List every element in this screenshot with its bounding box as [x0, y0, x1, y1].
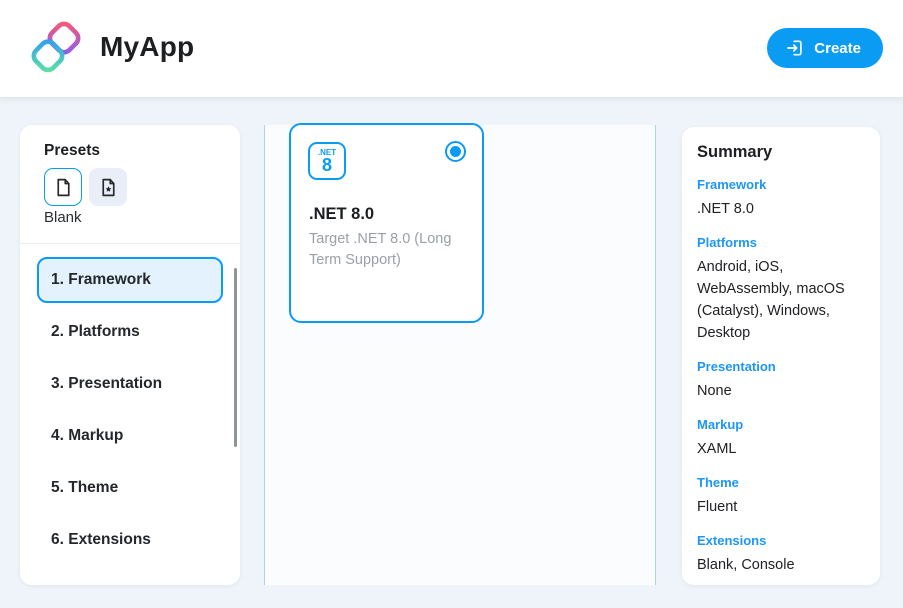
step-label: 5. Theme [51, 479, 118, 497]
step-item-platforms[interactable]: 2. Platforms [37, 309, 223, 355]
selected-preset-label: Blank [44, 209, 82, 226]
summary-value: XAML [697, 438, 864, 460]
summary-value: Fluent [697, 496, 864, 518]
wizard-steps-list: 1. Framework 2. Platforms 3. Presentatio… [20, 257, 240, 569]
summary-value: Blank, Console [697, 554, 864, 576]
summary-section-markup: Markup XAML [697, 417, 864, 460]
summary-value: Android, iOS, WebAssembly, macOS (Cataly… [697, 256, 864, 344]
summary-label: Theme [697, 475, 864, 490]
step-label: 1. Framework [51, 271, 151, 289]
summary-label: Extensions [697, 533, 864, 548]
project-wizard-window: MyApp Create Presets [0, 0, 903, 608]
summary-label: Platforms [697, 235, 864, 250]
step-item-theme[interactable]: 5. Theme [37, 465, 223, 511]
summary-label: Framework [697, 177, 864, 192]
summary-value: None [697, 380, 864, 402]
sidebar-divider [20, 243, 240, 244]
framework-option-title: .NET 8.0 [309, 205, 374, 224]
blank-file-icon [53, 177, 74, 198]
summary-section-platforms: Platforms Android, iOS, WebAssembly, mac… [697, 235, 864, 344]
preset-options [44, 168, 127, 206]
step-label: 6. Extensions [51, 531, 151, 549]
summary-section-extensions: Extensions Blank, Console [697, 533, 864, 576]
wizard-sidebar: Presets Bla [20, 125, 240, 585]
dotnet8-badge-icon: .NET 8 [308, 142, 346, 180]
create-button-label: Create [814, 40, 861, 57]
summary-panel: Summary Framework .NET 8.0 Platforms And… [682, 127, 880, 585]
badge-number-text: 8 [322, 157, 332, 174]
page-title: MyApp [100, 31, 194, 63]
step-item-markup[interactable]: 4. Markup [37, 413, 223, 459]
summary-section-framework: Framework .NET 8.0 [697, 177, 864, 220]
radio-selected-icon[interactable] [445, 141, 466, 162]
enter-arrow-icon [785, 38, 805, 58]
summary-value: .NET 8.0 [697, 198, 864, 220]
step-label: 3. Presentation [51, 375, 162, 393]
step-label: 4. Markup [51, 427, 123, 445]
step-label: 2. Platforms [51, 323, 140, 341]
framework-option-description: Target .NET 8.0 (Long Term Support) [309, 229, 467, 271]
uno-platform-logo [29, 21, 83, 78]
presets-heading: Presets [44, 142, 100, 160]
create-button[interactable]: Create [767, 28, 883, 68]
sidebar-scrollbar[interactable] [234, 268, 237, 447]
file-star-icon [98, 177, 119, 198]
step-item-presentation[interactable]: 3. Presentation [37, 361, 223, 407]
summary-label: Presentation [697, 359, 864, 374]
summary-section-presentation: Presentation None [697, 359, 864, 402]
step-content-panel: .NET 8 .NET 8.0 Target .NET 8.0 (Long Te… [264, 125, 656, 585]
header-bar: MyApp Create [0, 0, 903, 97]
preset-blank-button[interactable] [44, 168, 82, 206]
framework-option-net8-card[interactable]: .NET 8 .NET 8.0 Target .NET 8.0 (Long Te… [289, 123, 484, 323]
step-item-extensions[interactable]: 6. Extensions [37, 517, 223, 563]
step-item-framework[interactable]: 1. Framework [37, 257, 223, 303]
summary-section-theme: Theme Fluent [697, 475, 864, 518]
preset-template-button[interactable] [89, 168, 127, 206]
summary-label: Markup [697, 417, 864, 432]
summary-heading: Summary [697, 143, 864, 162]
